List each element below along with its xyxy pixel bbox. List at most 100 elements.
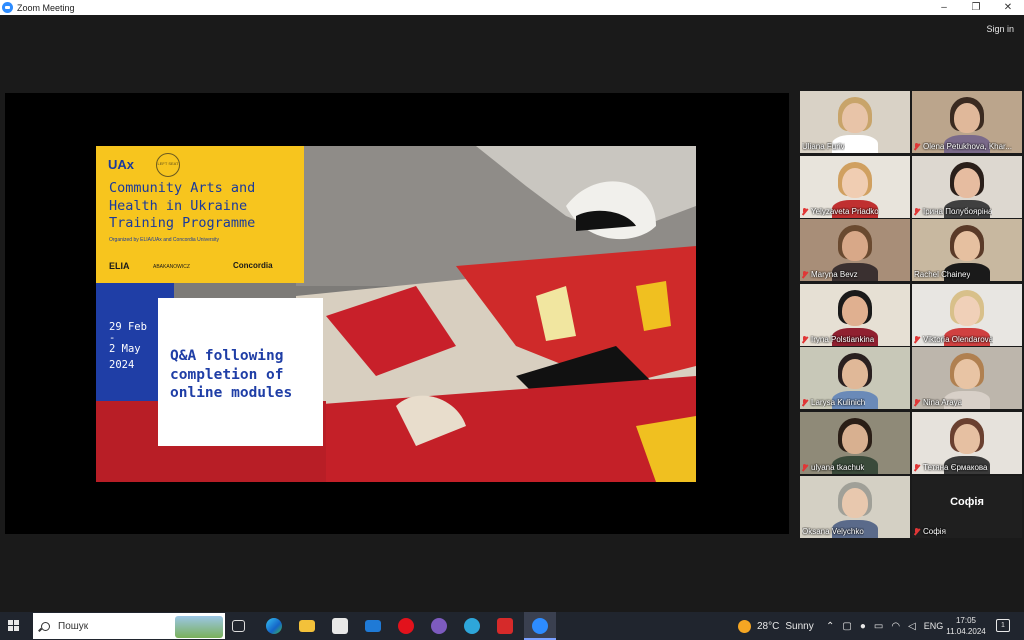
participant-face xyxy=(842,168,868,198)
title-panel: UAx LEFT SEAT Community Arts and Health … xyxy=(96,146,304,283)
participant-name-label: Ірина Полубояріна xyxy=(914,207,992,216)
muted-mic-icon xyxy=(914,207,920,216)
participant-name: Yelyzaveta Priadko xyxy=(811,207,879,216)
participant-name-label: Yelyzaveta Priadko xyxy=(802,207,879,216)
participant-name: Olena Petukhova, Khar... xyxy=(923,142,1012,151)
windows-taskbar: Пошук 28°C Sunny ⌃ ▢ ● ▭ ◠ ◁ ENG 17:05 1… xyxy=(0,612,1024,640)
participant-tile[interactable]: ulyana tkachuk xyxy=(800,412,910,474)
participant-face xyxy=(954,359,980,389)
participant-name-label: Nina Araya xyxy=(914,398,962,407)
participant-name-label: Viktoria Olendarova xyxy=(914,335,993,344)
qa-heading: Q&A following completion of online modul… xyxy=(170,348,293,401)
seal-logo: LEFT SEAT xyxy=(156,153,180,177)
clock-time: 17:05 xyxy=(955,616,977,625)
participant-tile[interactable]: Rachel Chainey xyxy=(912,219,1022,281)
windows-start-icon[interactable] xyxy=(8,620,20,632)
participant-tile[interactable]: Yelyzaveta Priadko xyxy=(800,156,910,218)
qa-card: Q&A following completion of online modul… xyxy=(158,298,323,446)
language-indicator[interactable]: ENG xyxy=(924,621,944,631)
participant-name-label: Larysa Kulinich xyxy=(802,398,865,407)
muted-mic-icon xyxy=(802,335,808,344)
participant-name-label: Тетяна Єрмакова xyxy=(914,463,988,472)
sign-in-link[interactable]: Sign in xyxy=(986,24,1014,34)
taskbar-clock[interactable]: 17:05 11.04.2024 xyxy=(945,615,987,637)
participant-name-label: ulyana tkachuk xyxy=(802,463,864,472)
weather-temperature: 28°C xyxy=(757,620,780,632)
participant-tile[interactable]: Olena Petukhova, Khar... xyxy=(912,91,1022,153)
microsoft-store-icon[interactable] xyxy=(332,618,348,634)
slide-title: Community Arts and Health in Ukraine Tra… xyxy=(109,180,256,231)
muted-mic-icon xyxy=(802,270,808,279)
slide-organizer: Organized by ELIA/UAx and Concordia Univ… xyxy=(109,237,220,243)
wifi-icon[interactable]: ◠ xyxy=(891,621,900,632)
device-icon[interactable]: ▢ xyxy=(842,621,851,632)
participant-face xyxy=(954,424,980,454)
partner-logos: ELIA ABAKANOWICZ Concordia xyxy=(109,258,299,274)
participant-name: Софія xyxy=(923,527,946,536)
slide-dates: 29 Feb - 2 May 2024 xyxy=(109,321,147,371)
participant-face xyxy=(842,103,868,133)
participant-name: Rachel Chainey xyxy=(914,270,971,279)
abakanowicz-logo: ABAKANOWICZ xyxy=(153,264,190,270)
participant-tile[interactable]: Тетяна Єрмакова xyxy=(912,412,1022,474)
telegram-icon[interactable] xyxy=(464,618,480,634)
concordia-logo: Concordia xyxy=(233,261,273,270)
search-placeholder: Пошук xyxy=(58,620,89,632)
participant-tile[interactable]: Larysa Kulinich xyxy=(800,347,910,409)
microphone-icon[interactable]: ● xyxy=(860,621,866,632)
participant-face xyxy=(842,231,868,261)
participant-name-label: Maryna Bevz xyxy=(802,270,858,279)
chevron-up-icon[interactable]: ⌃ xyxy=(826,621,834,632)
participant-name-label: Uliana Furiv xyxy=(802,142,845,151)
task-view-icon[interactable] xyxy=(232,620,245,632)
restore-button[interactable]: ❐ xyxy=(960,0,992,15)
participant-name-label: Софія xyxy=(914,527,946,536)
sun-icon xyxy=(738,619,751,633)
mail-icon[interactable] xyxy=(365,620,381,632)
window-titlebar: Zoom Meeting – ❐ ✕ xyxy=(0,0,1024,15)
pdf-reader-icon[interactable] xyxy=(497,618,513,634)
participant-face xyxy=(954,103,980,133)
participant-tile[interactable]: Софія Софія xyxy=(912,476,1022,538)
participant-name: ulyana tkachuk xyxy=(811,463,865,472)
participant-tile[interactable]: Nina Araya xyxy=(912,347,1022,409)
participant-tile[interactable]: Maryna Bevz xyxy=(800,219,910,281)
participant-name-label: Oksana Velychko xyxy=(802,527,864,536)
weather-widget[interactable]: 28°C Sunny xyxy=(738,612,814,640)
participant-tile[interactable]: Iryna Polstiankina xyxy=(800,284,910,346)
participant-name: Тетяна Єрмакова xyxy=(923,463,988,472)
file-explorer-icon[interactable] xyxy=(299,620,315,632)
minimize-button[interactable]: – xyxy=(928,0,960,15)
participant-name: Ірина Полубояріна xyxy=(923,207,993,216)
close-button[interactable]: ✕ xyxy=(992,0,1024,15)
participant-name: Uliana Furiv xyxy=(802,142,845,151)
viber-icon[interactable] xyxy=(431,618,447,634)
muted-mic-icon xyxy=(914,335,920,344)
muted-mic-icon xyxy=(802,207,808,216)
muted-mic-icon xyxy=(914,463,920,472)
participant-name-label: Rachel Chainey xyxy=(914,270,970,279)
battery-icon[interactable]: ▭ xyxy=(874,621,883,632)
volume-icon[interactable]: ◁ xyxy=(908,621,916,632)
zoom-taskbar-button[interactable] xyxy=(524,612,556,640)
participant-face xyxy=(842,359,868,389)
weather-condition: Sunny xyxy=(785,620,814,632)
system-tray: ⌃ ▢ ● ▭ ◠ ◁ ENG xyxy=(826,612,943,640)
participant-tile[interactable]: Ірина Полубояріна xyxy=(912,156,1022,218)
taskbar-search-box[interactable]: Пошук xyxy=(33,613,225,639)
participant-face xyxy=(842,424,868,454)
participant-tile[interactable]: Uliana Furiv xyxy=(800,91,910,153)
participant-face xyxy=(954,296,980,326)
edge-browser-icon[interactable] xyxy=(266,618,282,634)
participant-face xyxy=(842,488,868,518)
participant-face xyxy=(842,296,868,326)
notification-center-icon[interactable]: 1 xyxy=(996,619,1010,632)
participant-tile[interactable]: Oksana Velychko xyxy=(800,476,910,538)
zoom-app-icon xyxy=(2,2,13,13)
muted-mic-icon xyxy=(914,527,920,536)
opera-browser-icon[interactable] xyxy=(398,618,414,634)
participant-name: Nina Araya xyxy=(923,398,963,407)
participant-name: Viktoria Olendarova xyxy=(923,335,994,344)
shared-screen: UAx LEFT SEAT Community Arts and Health … xyxy=(5,93,789,534)
participant-tile[interactable]: Viktoria Olendarova xyxy=(912,284,1022,346)
